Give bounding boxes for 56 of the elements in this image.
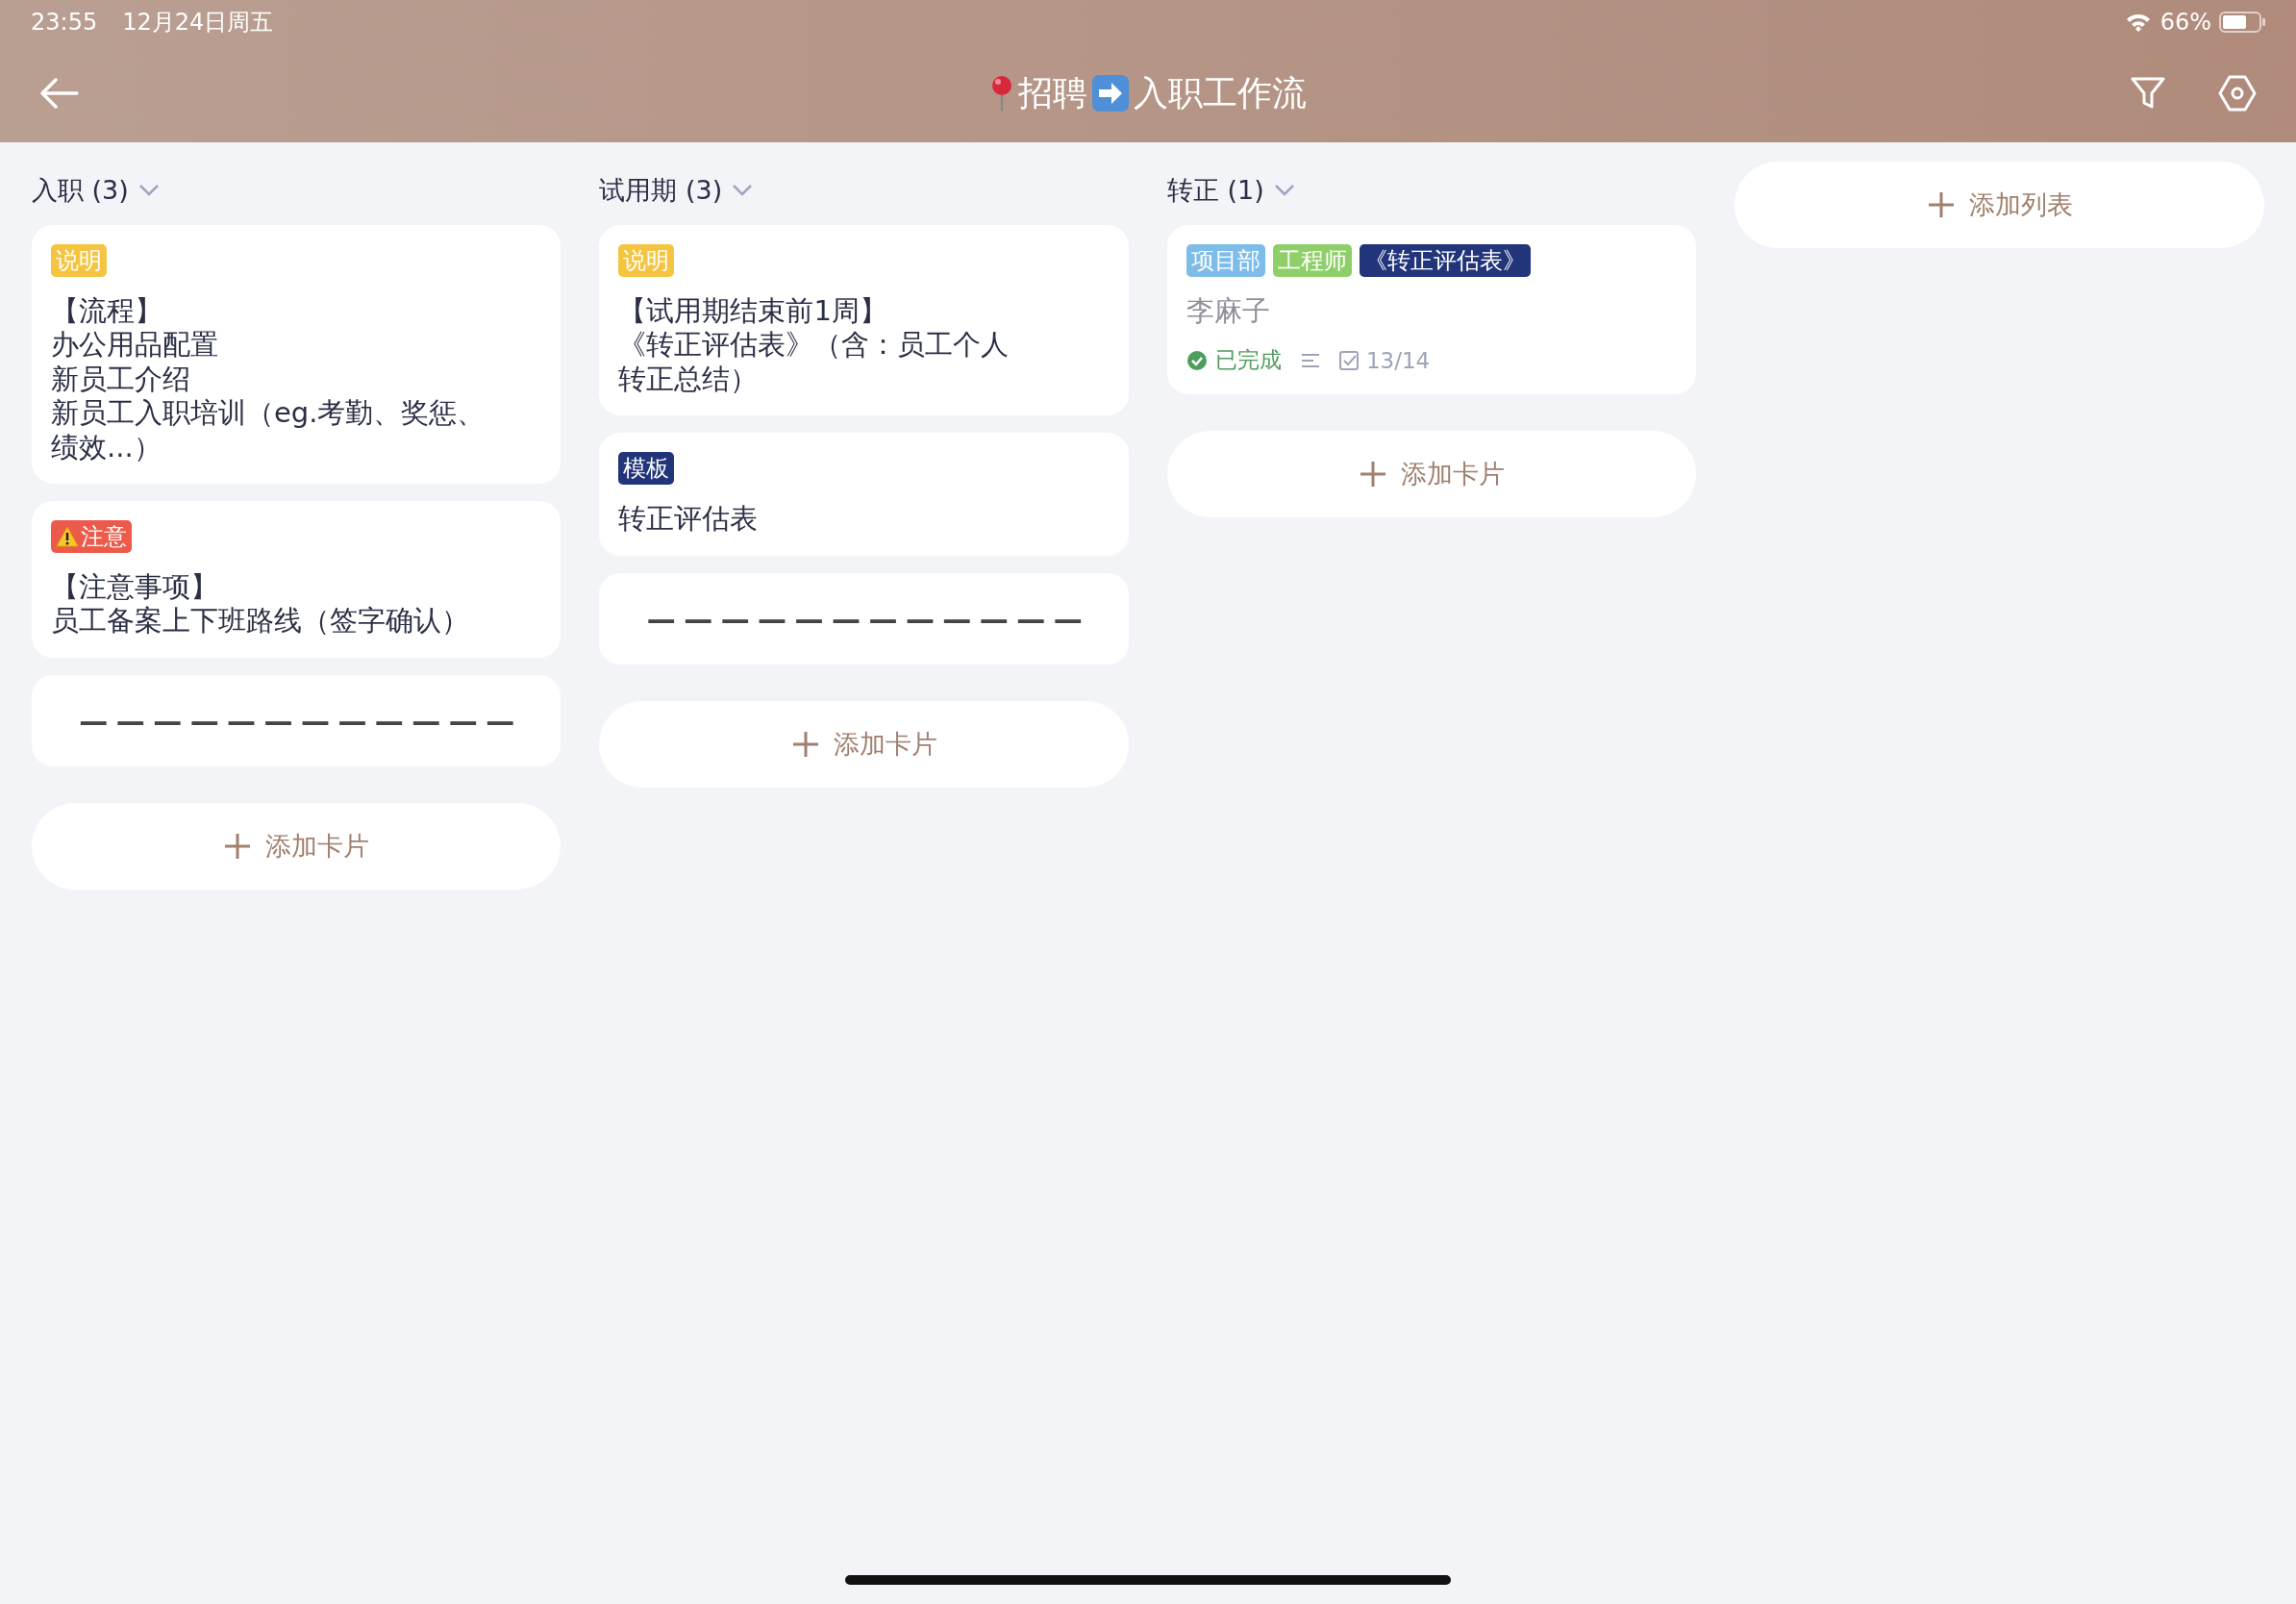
plus-icon (223, 831, 253, 861)
tag: 《转正评估表》 (1359, 244, 1531, 277)
battery-icon (2219, 12, 2265, 33)
check-circle-icon (1185, 349, 1208, 371)
wifi-icon (2125, 13, 2151, 32)
list-header[interactable]: 试用期 (3) (599, 169, 754, 212)
tag: 工程师 (1272, 244, 1352, 277)
card[interactable]: — — — — — — — — — — — — (599, 572, 1129, 664)
card[interactable]: 说明 【试用期结束前1周】 《转正评估表》（含：员工个人 转正总结） (599, 225, 1129, 416)
checkbox-icon (1338, 350, 1359, 370)
plus-icon (1926, 190, 1956, 219)
card-text-line: 员工备案上下班路线（签字确认） (51, 604, 469, 639)
card-text-line: 《转正评估表》（含：员工个人 (618, 328, 1010, 363)
chevron-down-icon (1273, 184, 1295, 197)
battery-percent: 66% (2159, 9, 2211, 36)
dashed-line-text: — — — — — — — — — — — — (78, 702, 515, 739)
card-text-line: 【流程】 (51, 294, 162, 329)
list-header[interactable]: 入职 (3) (32, 169, 160, 212)
pin-icon (989, 75, 1014, 112)
status-time: 23:55 (31, 9, 98, 36)
chevron-down-icon (732, 184, 754, 197)
card[interactable]: 说明 【流程】 办公用品配置 新员工介绍 新员工入职培训（eg.考勤、奖惩、 绩效...） (32, 225, 562, 484)
status-date: 12月24日周五 (122, 8, 274, 38)
add-card-button[interactable]: 添加卡片 (599, 700, 1129, 788)
tag: 模板 (618, 452, 675, 486)
add-card-button[interactable]: 添加卡片 (1166, 431, 1697, 518)
tag: 注意 (51, 519, 132, 553)
card-text-line: 转正总结） (618, 362, 759, 397)
tag: 说明 (618, 244, 675, 277)
card-text-line: 新员工介绍 (51, 362, 190, 397)
status-label: 已完成 (1185, 345, 1282, 376)
board-title: 招聘 (1018, 71, 1087, 114)
card[interactable]: 模板 转正评估表 (599, 433, 1129, 556)
board-title: 入职工作流 (1134, 71, 1307, 114)
list-header[interactable]: 转正 (1) (1166, 169, 1295, 212)
tag: 说明 (51, 244, 107, 277)
card-text-line: 办公用品配置 (51, 328, 218, 363)
card[interactable]: 注意 【注意事项】 员工备案上下班路线（签字确认） (32, 500, 562, 658)
card-text-line: 李麻子 (1185, 294, 1270, 329)
warning-icon (56, 525, 79, 547)
plus-icon (790, 729, 820, 759)
dashed-line-text: — — — — — — — — — — — — (645, 600, 1083, 638)
tag: 项目部 (1185, 244, 1265, 277)
chevron-down-icon (137, 184, 160, 197)
card-text-line: 【试用期结束前1周】 (618, 294, 887, 329)
add-list-button[interactable]: 添加列表 (1734, 162, 2264, 248)
card-text-line: 转正评估表 (618, 502, 759, 537)
card-text-line: 新员工入职培训（eg.考勤、奖惩、 (51, 396, 486, 431)
checklist-count: 13/14 (1338, 347, 1431, 373)
card[interactable]: — — — — — — — — — — — — (32, 674, 562, 766)
card-text-line: 绩效...） (51, 430, 162, 464)
add-card-button[interactable]: 添加卡片 (32, 802, 562, 890)
card-text-line: 【注意事项】 (51, 569, 218, 605)
card[interactable]: 项目部 工程师 《转正评估表》 李麻子 已完成 13/14 (1166, 225, 1697, 395)
description-icon (1300, 352, 1320, 368)
plus-icon (1359, 460, 1388, 489)
